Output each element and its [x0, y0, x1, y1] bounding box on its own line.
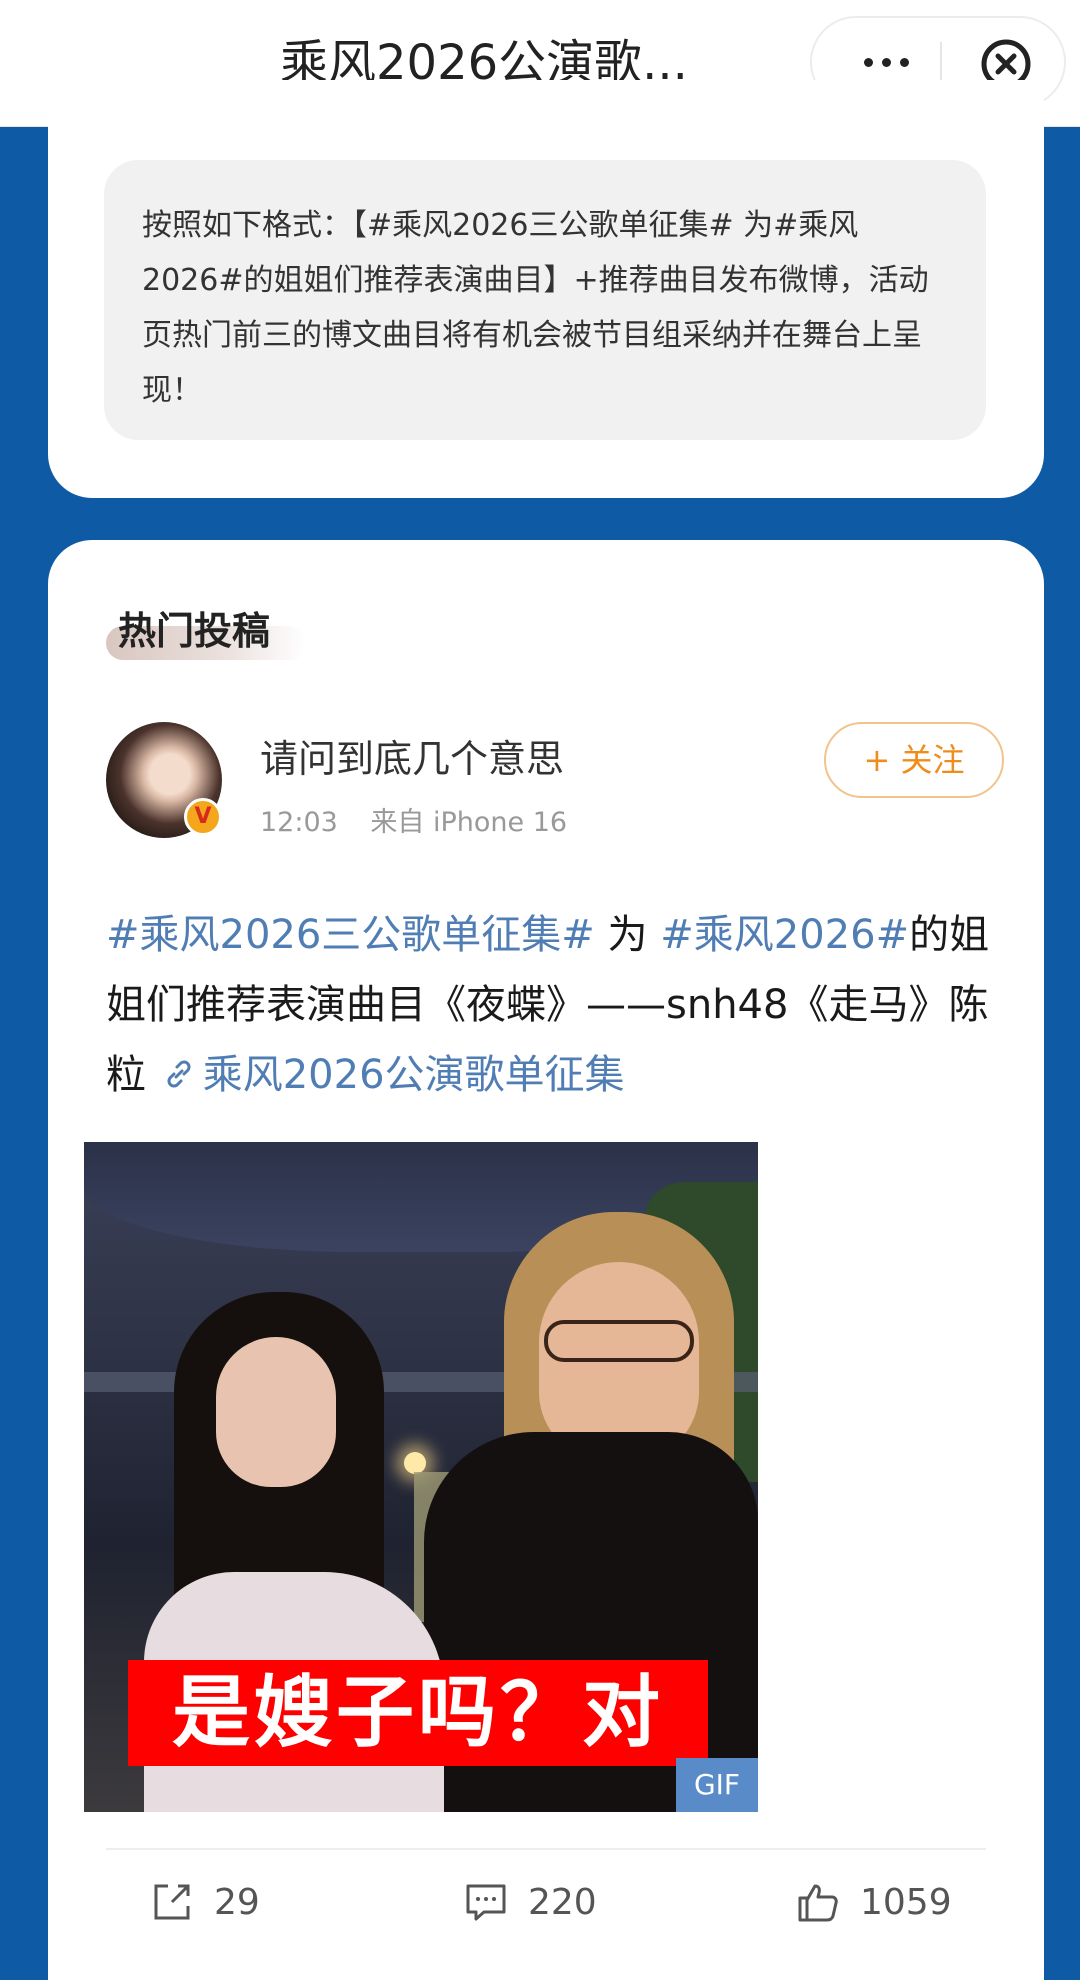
share-count: 29 [214, 1881, 260, 1923]
username[interactable]: 请问到底几个意思 [260, 728, 564, 783]
hashtag-link[interactable]: #乘风2026# [660, 912, 909, 958]
like-button[interactable]: 1059 [794, 1874, 952, 1930]
comment-icon [466, 1884, 506, 1921]
post-time: 12:03 [260, 807, 338, 838]
post-text-segment: 为 [594, 912, 661, 958]
image-light [404, 1452, 426, 1474]
thumbs-up-icon [798, 1884, 838, 1922]
comment-count: 220 [528, 1881, 597, 1923]
link-icon [167, 1060, 191, 1088]
image-person-left-face [216, 1337, 336, 1487]
topic-link-label: 乘风2026公演歌单征集 [202, 1052, 625, 1098]
topic-link[interactable]: 乘风2026公演歌单征集 [159, 1052, 625, 1098]
image-glasses [544, 1320, 694, 1362]
more-dots-icon[interactable] [846, 42, 926, 82]
action-divider [106, 1848, 986, 1850]
post-source: 来自 iPhone 16 [370, 807, 568, 838]
image-caption: 是嫂子吗？对 [128, 1660, 708, 1766]
post-meta: 12:03 来自 iPhone 16 [260, 800, 567, 839]
share-icon [154, 1884, 190, 1920]
hashtag-link[interactable]: #乘风2026三公歌单征集# [106, 912, 595, 958]
verified-badge-icon: V [184, 798, 222, 836]
follow-button[interactable]: + 关注 [824, 722, 1004, 798]
section-title: 热门投稿 [106, 596, 306, 668]
post-gif-image[interactable]: 是嫂子吗？对 GIF [84, 1142, 758, 1812]
gif-badge: GIF [676, 1758, 758, 1812]
post-text: #乘风2026三公歌单征集# 为 #乘风2026#的姐姐们推荐表演曲目《夜蝶》—… [106, 900, 1006, 1110]
comment-button[interactable]: 220 [462, 1874, 597, 1930]
share-button[interactable]: 29 [148, 1874, 260, 1930]
like-count: 1059 [860, 1881, 952, 1923]
section-title-text: 热门投稿 [118, 609, 271, 653]
rules-notice: 按照如下格式：【#乘风2026三公歌单征集# 为#乘风2026#的姐姐们推荐表演… [104, 160, 986, 440]
